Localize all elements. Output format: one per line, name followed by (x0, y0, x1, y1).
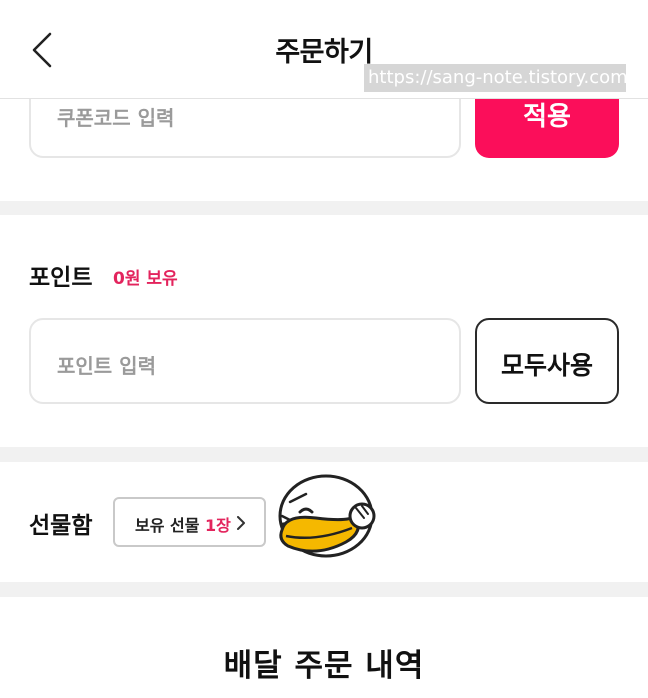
order-screen: 쿠폰코드 입력 적용 주문하기 https://sang-note.tistor… (0, 0, 648, 698)
giftbox-title: 선물함 (29, 513, 93, 539)
points-input[interactable]: 포인트 입력 (29, 318, 461, 404)
coupon-apply-label: 적용 (523, 102, 571, 132)
section-divider (0, 582, 648, 597)
section-divider (0, 201, 648, 215)
giftbox-owned-label: 보유 선물 (135, 516, 200, 535)
header-bar: 주문하기 https://sang-note.tistory.com (0, 0, 648, 99)
coupon-code-placeholder: 쿠폰코드 입력 (57, 106, 175, 130)
giftbox-owned-button[interactable]: 보유 선물 1장 (113, 497, 266, 547)
points-input-placeholder: 포인트 입력 (57, 354, 156, 378)
points-owned-badge: 0원 보유 (113, 269, 178, 289)
duck-mascot-icon (276, 472, 380, 560)
points-title: 포인트 (29, 265, 93, 291)
use-all-points-label: 모두사용 (500, 351, 593, 380)
chevron-right-icon (236, 515, 246, 534)
watermark-text: https://sang-note.tistory.com (364, 64, 628, 92)
section-divider (0, 447, 648, 462)
delivery-orders-title: 배달 주문 내역 (223, 648, 425, 684)
use-all-points-button[interactable]: 모두사용 (475, 318, 619, 404)
giftbox-owned-count: 1장 (205, 516, 231, 535)
